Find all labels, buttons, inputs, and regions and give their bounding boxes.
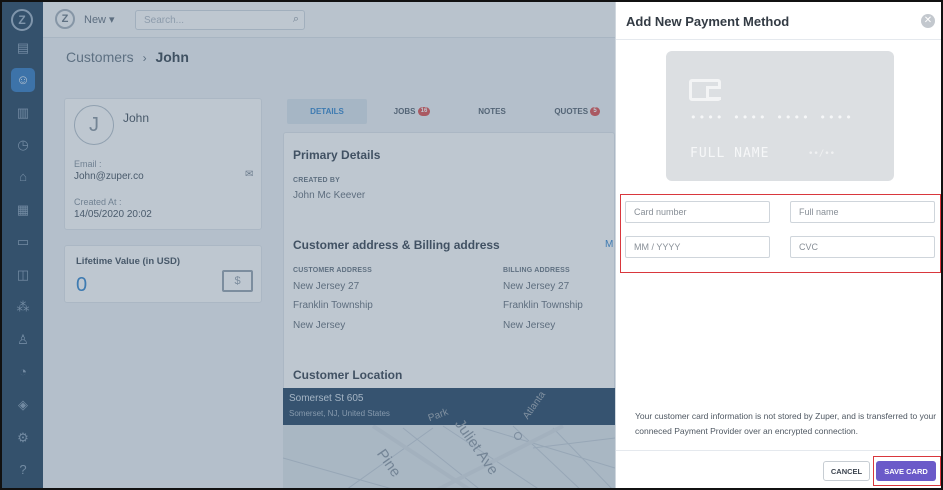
card-storage-notice: Your customer card information is not st… — [635, 411, 937, 436]
cancel-button[interactable]: CANCEL — [823, 461, 870, 481]
cvc-field[interactable] — [790, 236, 935, 258]
full-name-field[interactable] — [790, 201, 935, 223]
panel-header: Add New Payment Method ✕ — [616, 2, 941, 40]
expiry-field[interactable] — [625, 236, 770, 258]
card-expiry-mask: ••/•• — [808, 149, 836, 159]
modal-backdrop[interactable] — [2, 2, 615, 488]
card-number-mask: •••• •••• •••• •••• — [690, 111, 854, 124]
add-payment-method-panel: Add New Payment Method ✕ •••• •••• •••• … — [615, 2, 941, 488]
credit-card-preview: •••• •••• •••• •••• FULL NAME ••/•• — [666, 51, 894, 181]
expiry-input[interactable] — [626, 237, 769, 257]
close-icon[interactable]: ✕ — [921, 14, 935, 28]
panel-title: Add New Payment Method — [626, 14, 790, 29]
cvc-input[interactable] — [791, 237, 934, 257]
panel-footer: CANCEL SAVE CARD — [616, 450, 941, 488]
card-number-input[interactable] — [626, 202, 769, 222]
card-name-mask: FULL NAME — [690, 146, 770, 161]
app-window: Z ▤ ☺ ▥ ◷ ⌂ ▦ ▭ ◫ ⁂ ♙ ◔ ◈ ⚙ ? Z New ▾ Se… — [0, 0, 943, 490]
full-name-input[interactable] — [791, 202, 934, 222]
save-card-button[interactable]: SAVE CARD — [876, 461, 936, 481]
card-chip-icon — [689, 79, 721, 101]
card-number-field[interactable] — [625, 201, 770, 223]
